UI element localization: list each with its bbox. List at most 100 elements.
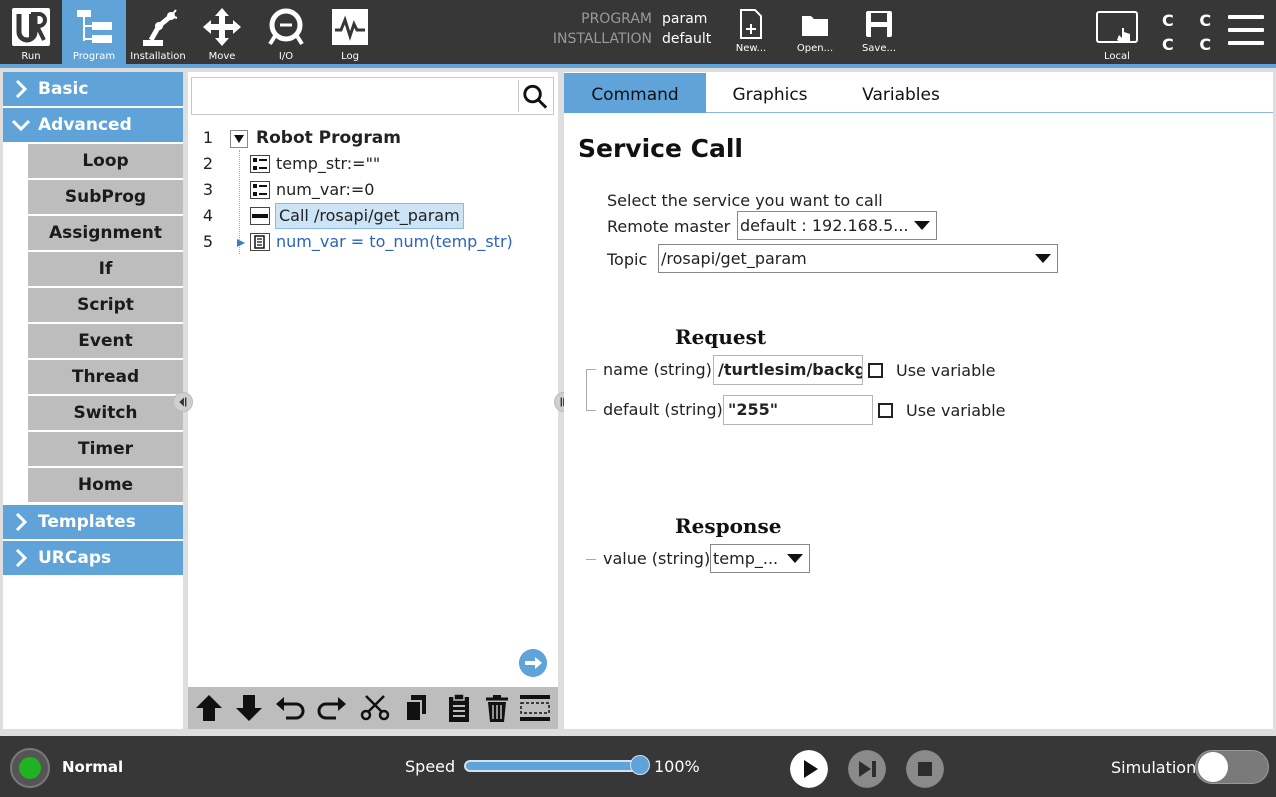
- redo-icon[interactable]: [314, 692, 348, 724]
- nav-installation-label: Installation: [130, 51, 186, 62]
- nav-run-label: Run: [21, 51, 41, 62]
- move-up-icon[interactable]: [192, 692, 226, 724]
- simulation-toggle[interactable]: [1195, 750, 1269, 784]
- remote-master-label: Remote master: [607, 217, 731, 236]
- program-nodes-panel: Basic Advanced Loop SubProg Assignment I…: [3, 72, 183, 729]
- next-node-arrow-icon[interactable]: [519, 649, 547, 677]
- advanced-item-timer[interactable]: Timer: [28, 432, 183, 466]
- play-button[interactable]: [790, 750, 828, 788]
- ur-logo-icon: [12, 8, 50, 46]
- name-param-input[interactable]: /turtlesim/backg: [713, 355, 863, 385]
- topic-value: /rosapi/get_param: [661, 249, 807, 268]
- advanced-item-if[interactable]: If: [28, 252, 183, 286]
- advanced-item-subprog[interactable]: SubProg: [28, 180, 183, 214]
- topic-dropdown[interactable]: /rosapi/get_param: [658, 244, 1058, 273]
- search-icon[interactable]: [518, 80, 550, 112]
- nav-run[interactable]: Run: [0, 0, 62, 64]
- assignment-icon: [250, 181, 270, 199]
- tree-row-4-selected[interactable]: 4 Call /rosapi/get_param: [188, 203, 558, 229]
- open-program-button[interactable]: Open...: [790, 0, 840, 64]
- bottom-bar: Normal Speed 100% Simulation: [0, 736, 1276, 797]
- move-arrows-icon: [203, 8, 241, 46]
- default-param-input[interactable]: "255": [723, 395, 873, 425]
- robot-status-indicator[interactable]: [10, 748, 50, 788]
- advanced-item-script[interactable]: Script: [28, 288, 183, 322]
- nav-program[interactable]: Program: [62, 0, 126, 64]
- io-icon: [268, 8, 304, 46]
- step-forward-button[interactable]: [848, 750, 886, 788]
- nav-io[interactable]: I/O: [254, 0, 318, 64]
- request-heading: Request: [675, 325, 767, 349]
- bracket-tick: [586, 369, 596, 370]
- nav-installation[interactable]: Installation: [126, 0, 190, 64]
- local-label: Local: [1104, 51, 1130, 62]
- nav-log[interactable]: Log: [318, 0, 382, 64]
- tab-command[interactable]: Command: [564, 73, 706, 113]
- response-tick: [586, 559, 596, 560]
- dropdown-arrow-icon: [914, 221, 930, 230]
- speed-slider-track[interactable]: [464, 760, 640, 772]
- line-number: 1: [202, 128, 214, 147]
- collapse-triangle-icon[interactable]: [230, 130, 248, 148]
- save-program-button[interactable]: Save...: [854, 0, 904, 64]
- hamburger-menu-icon[interactable]: [1228, 15, 1264, 45]
- cut-scissors-icon[interactable]: [358, 692, 392, 724]
- program-tree-panel: 1 Robot Program 2 temp_str:="" 3 num_var…: [188, 72, 558, 729]
- program-key: PROGRAM: [581, 11, 652, 27]
- undo-icon[interactable]: [274, 692, 308, 724]
- remote-master-dropdown[interactable]: default : 192.168.5...: [737, 211, 937, 240]
- chevron-right-icon: [15, 549, 28, 567]
- move-down-icon[interactable]: [232, 692, 266, 724]
- delete-trash-icon[interactable]: [480, 692, 514, 724]
- line-number: 3: [202, 180, 214, 199]
- tree-search-input[interactable]: [191, 77, 554, 115]
- collapse-left-panel-icon[interactable]: [173, 392, 193, 412]
- command-panel: Command Graphics Variables Service Call …: [564, 72, 1273, 729]
- category-templates[interactable]: Templates: [3, 505, 183, 539]
- tree-toolbar: [188, 687, 558, 729]
- value-variable-value: temp_...: [713, 549, 779, 568]
- advanced-item-switch[interactable]: Switch: [28, 396, 183, 430]
- dropdown-arrow-icon: [1035, 254, 1051, 263]
- tree-row-5[interactable]: 5 num_var = to_num(temp_str): [188, 229, 558, 255]
- advanced-item-assignment[interactable]: Assignment: [28, 216, 183, 250]
- speed-label: Speed: [405, 757, 456, 776]
- speed-indicator-cccc: C CC C: [1162, 11, 1222, 54]
- speed-slider-handle[interactable]: [630, 755, 650, 775]
- topbar-accent-line: [0, 64, 1276, 68]
- tab-graphics[interactable]: Graphics: [714, 73, 826, 113]
- advanced-item-loop[interactable]: Loop: [28, 144, 183, 178]
- chevron-down-icon: [12, 119, 30, 132]
- advanced-item-home[interactable]: Home: [28, 468, 183, 502]
- suppress-node-icon[interactable]: [518, 692, 552, 724]
- local-control-button[interactable]: Local: [1092, 0, 1142, 64]
- script-icon: [250, 233, 270, 251]
- tree-row-3[interactable]: 3 num_var:=0: [188, 177, 558, 203]
- category-basic[interactable]: Basic: [3, 72, 183, 106]
- line-number: 2: [202, 154, 214, 173]
- tab-variables[interactable]: Variables: [844, 73, 958, 113]
- advanced-item-thread[interactable]: Thread: [28, 360, 183, 394]
- category-advanced[interactable]: Advanced: [3, 108, 183, 142]
- nav-move[interactable]: Move: [190, 0, 254, 64]
- value-variable-dropdown[interactable]: temp_...: [710, 544, 810, 573]
- copy-icon[interactable]: [400, 692, 434, 724]
- new-program-button[interactable]: New...: [726, 0, 776, 64]
- paste-clipboard-icon[interactable]: [442, 692, 476, 724]
- stop-button[interactable]: [906, 750, 944, 788]
- chevron-right-icon: [15, 80, 28, 98]
- default-use-variable-checkbox[interactable]: [878, 403, 893, 418]
- advanced-item-event[interactable]: Event: [28, 324, 183, 358]
- category-urcaps[interactable]: URCaps: [3, 541, 183, 575]
- name-use-variable-checkbox[interactable]: [868, 363, 883, 378]
- program-name: param: [662, 11, 708, 27]
- log-waveform-icon: [332, 9, 368, 45]
- open-label: Open...: [796, 43, 834, 54]
- remote-master-value: default : 192.168.5...: [740, 216, 909, 235]
- tree-row-1[interactable]: 1 Robot Program: [188, 125, 558, 151]
- tree-row-2[interactable]: 2 temp_str:="": [188, 151, 558, 177]
- response-heading: Response: [675, 514, 782, 538]
- value-param-label: value (string): [603, 549, 711, 568]
- save-label: Save...: [861, 43, 897, 54]
- nav-move-label: Move: [208, 51, 236, 62]
